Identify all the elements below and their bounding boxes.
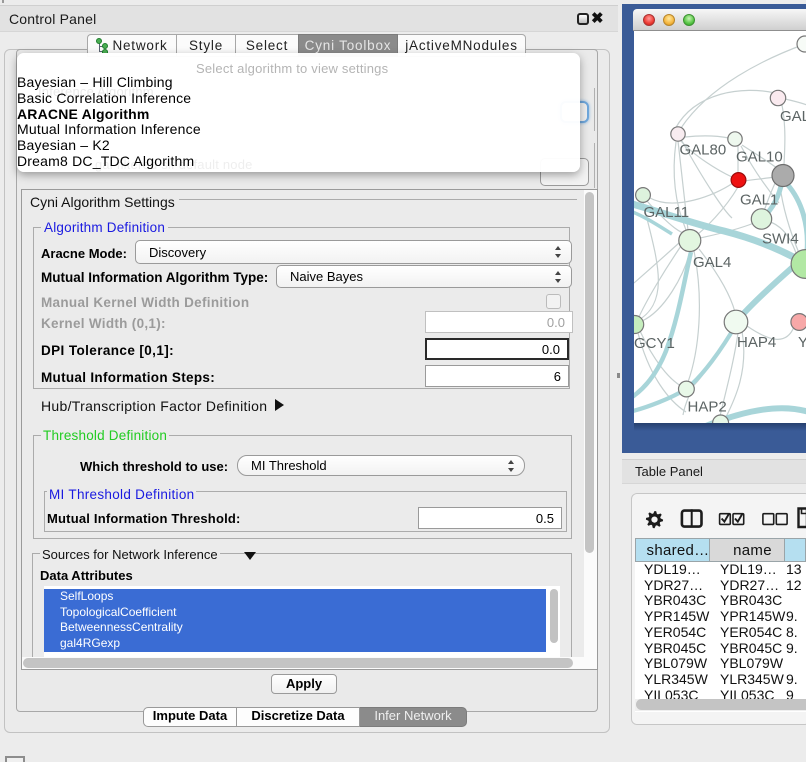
svg-text:GAL: GAL — [780, 108, 806, 125]
svg-text:GAL80: GAL80 — [680, 142, 727, 159]
svg-text:HAP2: HAP2 — [688, 399, 727, 416]
svg-text:HAP4: HAP4 — [737, 334, 776, 351]
svg-text:Y: Y — [798, 334, 806, 351]
svg-text:GAL11: GAL11 — [644, 204, 690, 221]
svg-text:GAL10: GAL10 — [736, 149, 783, 166]
svg-text:SWI4: SWI4 — [762, 231, 799, 248]
svg-text:GCY1: GCY1 — [634, 335, 675, 352]
svg-text:GAL1: GAL1 — [740, 192, 778, 209]
svg-text:GAL4: GAL4 — [693, 254, 731, 271]
